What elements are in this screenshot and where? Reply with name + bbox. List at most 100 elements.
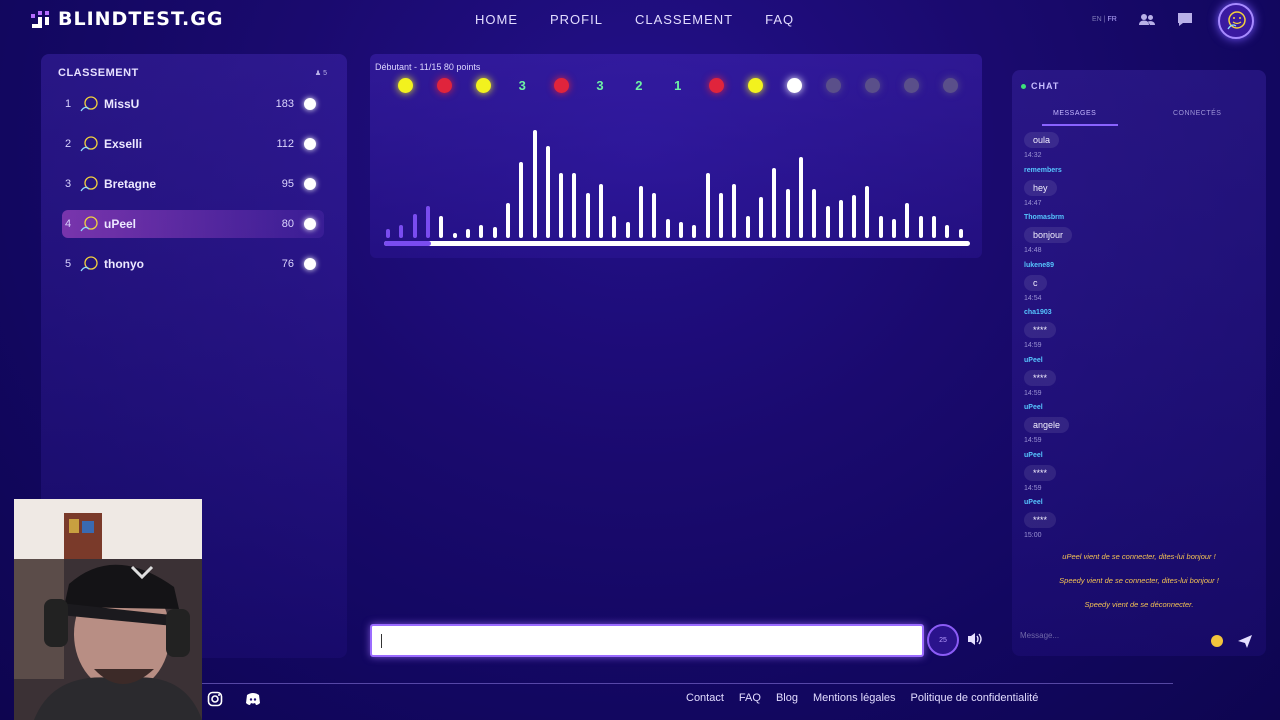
- visualizer-bar: [825, 205, 830, 238]
- visualizer-bar: [612, 216, 617, 238]
- footer-link-contact[interactable]: Contact: [686, 692, 724, 704]
- chat-timestamp: 14:47: [1024, 199, 1042, 207]
- chat-username[interactable]: Thomasbrm: [1024, 214, 1064, 221]
- chat-timestamp: 14:59: [1024, 484, 1042, 492]
- round-dot: [709, 78, 725, 93]
- avatar-face-icon: [1227, 11, 1246, 30]
- friends-icon[interactable]: [1138, 11, 1156, 29]
- chat-panel: CHAT MESSAGES CONNECTÉS oula 14:32 remembe…: [1012, 70, 1266, 656]
- logo-icon: [31, 11, 49, 28]
- messages-icon[interactable]: [1176, 11, 1194, 29]
- player-status-dot: [304, 178, 316, 190]
- player-score: 112: [276, 138, 294, 150]
- visualizer-bar: [918, 216, 923, 238]
- player-name[interactable]: Exselli: [104, 137, 276, 151]
- lang-en[interactable]: EN: [1092, 16, 1102, 23]
- visualizer-bar: [639, 186, 644, 238]
- chat-timestamp: 15:00: [1024, 532, 1042, 539]
- chat-message: bonjour: [1024, 227, 1073, 243]
- visualizer-bar: [386, 229, 390, 238]
- send-icon[interactable]: [1237, 633, 1253, 649]
- logo[interactable]: BLINDTEST.GG: [30, 8, 223, 30]
- lang-fr[interactable]: FR: [1107, 16, 1116, 23]
- chat-title: CHAT: [1031, 81, 1060, 91]
- round-dot: [748, 78, 764, 93]
- player-name[interactable]: MissU: [104, 97, 276, 111]
- emoji-icon[interactable]: [1211, 635, 1223, 647]
- round-dot: [825, 78, 841, 93]
- round-position: 1: [674, 78, 682, 93]
- chat-username[interactable]: uPeel: [1024, 452, 1043, 459]
- leaderboard-title: CLASSEMENT: [58, 67, 139, 79]
- visualizer-bar: [465, 229, 470, 238]
- footer-links: Contact FAQ Blog Mentions légales Politi…: [686, 692, 1038, 704]
- chat-username[interactable]: uPeel: [1024, 357, 1043, 364]
- tab-connected[interactable]: CONNECTÉS: [1173, 110, 1221, 117]
- round-dot: [436, 78, 452, 93]
- chat-tabs: MESSAGES CONNECTÉS: [1012, 108, 1266, 128]
- footer-link-blog[interactable]: Blog: [776, 692, 798, 704]
- player-name[interactable]: uPeel: [104, 217, 282, 231]
- visualizer-bar: [399, 225, 404, 238]
- chat-username[interactable]: uPeel: [1024, 404, 1043, 411]
- chat-timestamp: 14:48: [1024, 247, 1042, 254]
- answer-input[interactable]: [370, 624, 924, 657]
- visualizer-bar: [745, 216, 750, 238]
- chat-username[interactable]: lukene89: [1024, 262, 1054, 269]
- round-position: 3: [518, 78, 526, 93]
- player-score: 76: [281, 258, 294, 270]
- tab-messages[interactable]: MESSAGES: [1053, 110, 1096, 117]
- chat-input[interactable]: Message...: [1020, 631, 1206, 649]
- player-name[interactable]: Bretagne: [104, 177, 282, 191]
- visualizer-bar: [932, 216, 937, 238]
- game-panel: Débutant - 11/15 80 points 3 3 2 1: [370, 54, 982, 258]
- instagram-icon[interactable]: [207, 691, 223, 707]
- footer-link-faq[interactable]: FAQ: [739, 692, 761, 704]
- player-status-dot: [304, 98, 316, 110]
- players-icon: ♟: [314, 70, 322, 77]
- webcam-image: [14, 499, 202, 720]
- round-dot: [787, 78, 802, 93]
- visualizer-bar: [599, 184, 604, 238]
- rank-number: 5: [65, 258, 72, 270]
- player-avatar-icon: [80, 136, 98, 152]
- chat-username[interactable]: cha1903: [1024, 309, 1052, 316]
- nav-profil[interactable]: PROFIL: [550, 12, 603, 27]
- nav-faq[interactable]: FAQ: [765, 12, 794, 27]
- leaderboard-row[interactable]: 4 uPeel 80: [62, 210, 324, 238]
- round-position: 2: [635, 78, 643, 93]
- footer-link-legal[interactable]: Mentions légales: [813, 692, 896, 704]
- system-message: Speedy vient de se connecter, dites-lui …: [1059, 576, 1219, 585]
- system-message: uPeel vient de se connecter, dites-lui b…: [1062, 552, 1216, 561]
- chat-username[interactable]: remembers: [1024, 167, 1062, 174]
- chat-timestamp: 14:32: [1024, 152, 1042, 159]
- discord-icon[interactable]: [245, 691, 261, 707]
- system-message: Speedy vient de se déconnecter.: [1084, 600, 1194, 609]
- leaderboard-row[interactable]: 3 Bretagne 95: [62, 170, 324, 198]
- visualizer-bar: [585, 192, 590, 238]
- round-dot: [903, 78, 919, 93]
- visualizer-bar: [772, 167, 777, 238]
- chat-message: ****: [1024, 369, 1057, 386]
- chat-messages: oula 14:32 remembers hey 14:47 Thomasbrm bonjo…: [1024, 130, 1254, 610]
- visualizer-bar: [545, 146, 550, 238]
- leaderboard-row[interactable]: 5 thonyo 76: [62, 250, 324, 278]
- nav-classement[interactable]: CLASSEMENT: [635, 12, 733, 27]
- chat-message: hey: [1024, 179, 1057, 196]
- language-switcher[interactable]: EN | FR: [1092, 16, 1117, 23]
- footer-link-privacy[interactable]: Politique de confidentialité: [911, 692, 1039, 704]
- user-avatar[interactable]: [1218, 3, 1254, 39]
- visualizer-bar: [718, 192, 723, 238]
- round-dot: [864, 78, 880, 93]
- chat-username[interactable]: uPeel: [1024, 499, 1043, 506]
- song-progress-fill: [384, 241, 431, 246]
- online-indicator: [1021, 83, 1026, 89]
- leaderboard-row[interactable]: 1 MissU 183: [62, 90, 324, 118]
- nav-home[interactable]: HOME: [475, 12, 518, 27]
- round-dot: [398, 78, 413, 93]
- visualizer-bar: [892, 218, 897, 238]
- player-status-dot: [304, 138, 316, 150]
- player-name[interactable]: thonyo: [104, 257, 282, 271]
- leaderboard-row[interactable]: 2 Exselli 112: [62, 130, 324, 158]
- volume-icon[interactable]: [966, 630, 984, 648]
